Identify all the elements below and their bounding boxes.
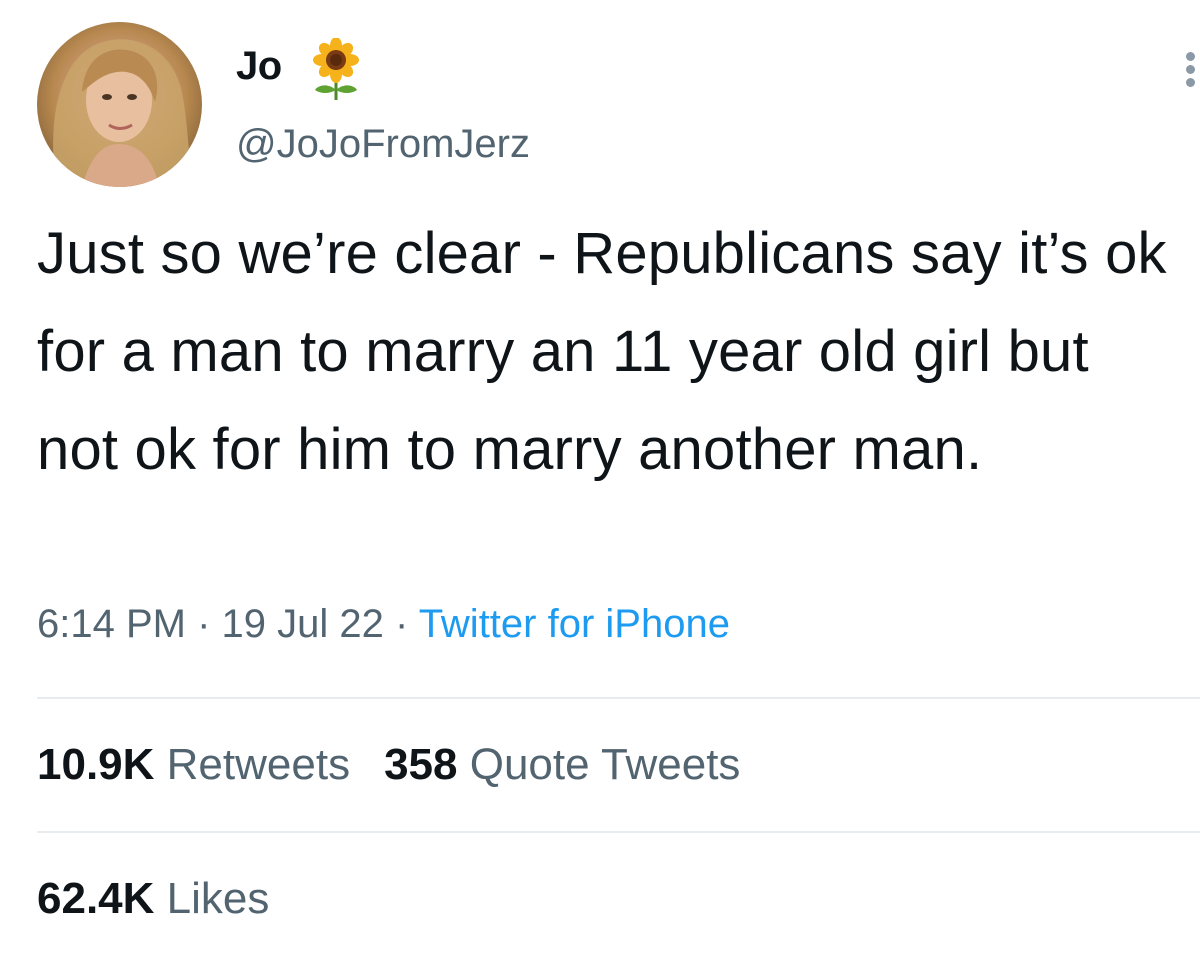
avatar-portrait-icon [53,39,197,187]
quote-tweets-stat[interactable]: 358 Quote Tweets [384,740,740,789]
tweet-source-link[interactable]: Twitter for iPhone [419,602,730,646]
retweets-label: Retweets [166,740,351,789]
likes-row: 62.4K Likes [37,874,269,924]
sunflower-icon [313,38,359,100]
likes-count: 62.4K [37,874,155,923]
author-display-name[interactable]: Jo [236,44,282,89]
meta-separator: · [383,602,419,646]
retweets-count: 10.9K [37,740,155,789]
retweets-stat[interactable]: 10.9K Retweets [37,740,350,789]
divider [37,697,1200,699]
engagement-row: 10.9K Retweets 358 Quote Tweets [37,740,740,790]
tweet-time[interactable]: 6:14 PM [37,602,186,646]
likes-stat[interactable]: 62.4K Likes [37,874,269,923]
quote-tweets-label: Quote Tweets [469,740,741,789]
quote-tweets-count: 358 [384,740,458,789]
divider [37,831,1200,833]
tweet-text: Just so we’re clear - Republicans say it… [37,221,1167,482]
tweet-date[interactable]: 19 Jul 22 [222,602,384,646]
avatar[interactable] [37,22,202,187]
likes-label: Likes [166,874,270,923]
author-handle[interactable]: @JoJoFromJerz [236,122,530,167]
more-options-icon[interactable] [1182,52,1200,92]
tweet-meta: 6:14 PM · 19 Jul 22 · Twitter for iPhone [37,602,730,647]
meta-separator: · [185,602,222,646]
